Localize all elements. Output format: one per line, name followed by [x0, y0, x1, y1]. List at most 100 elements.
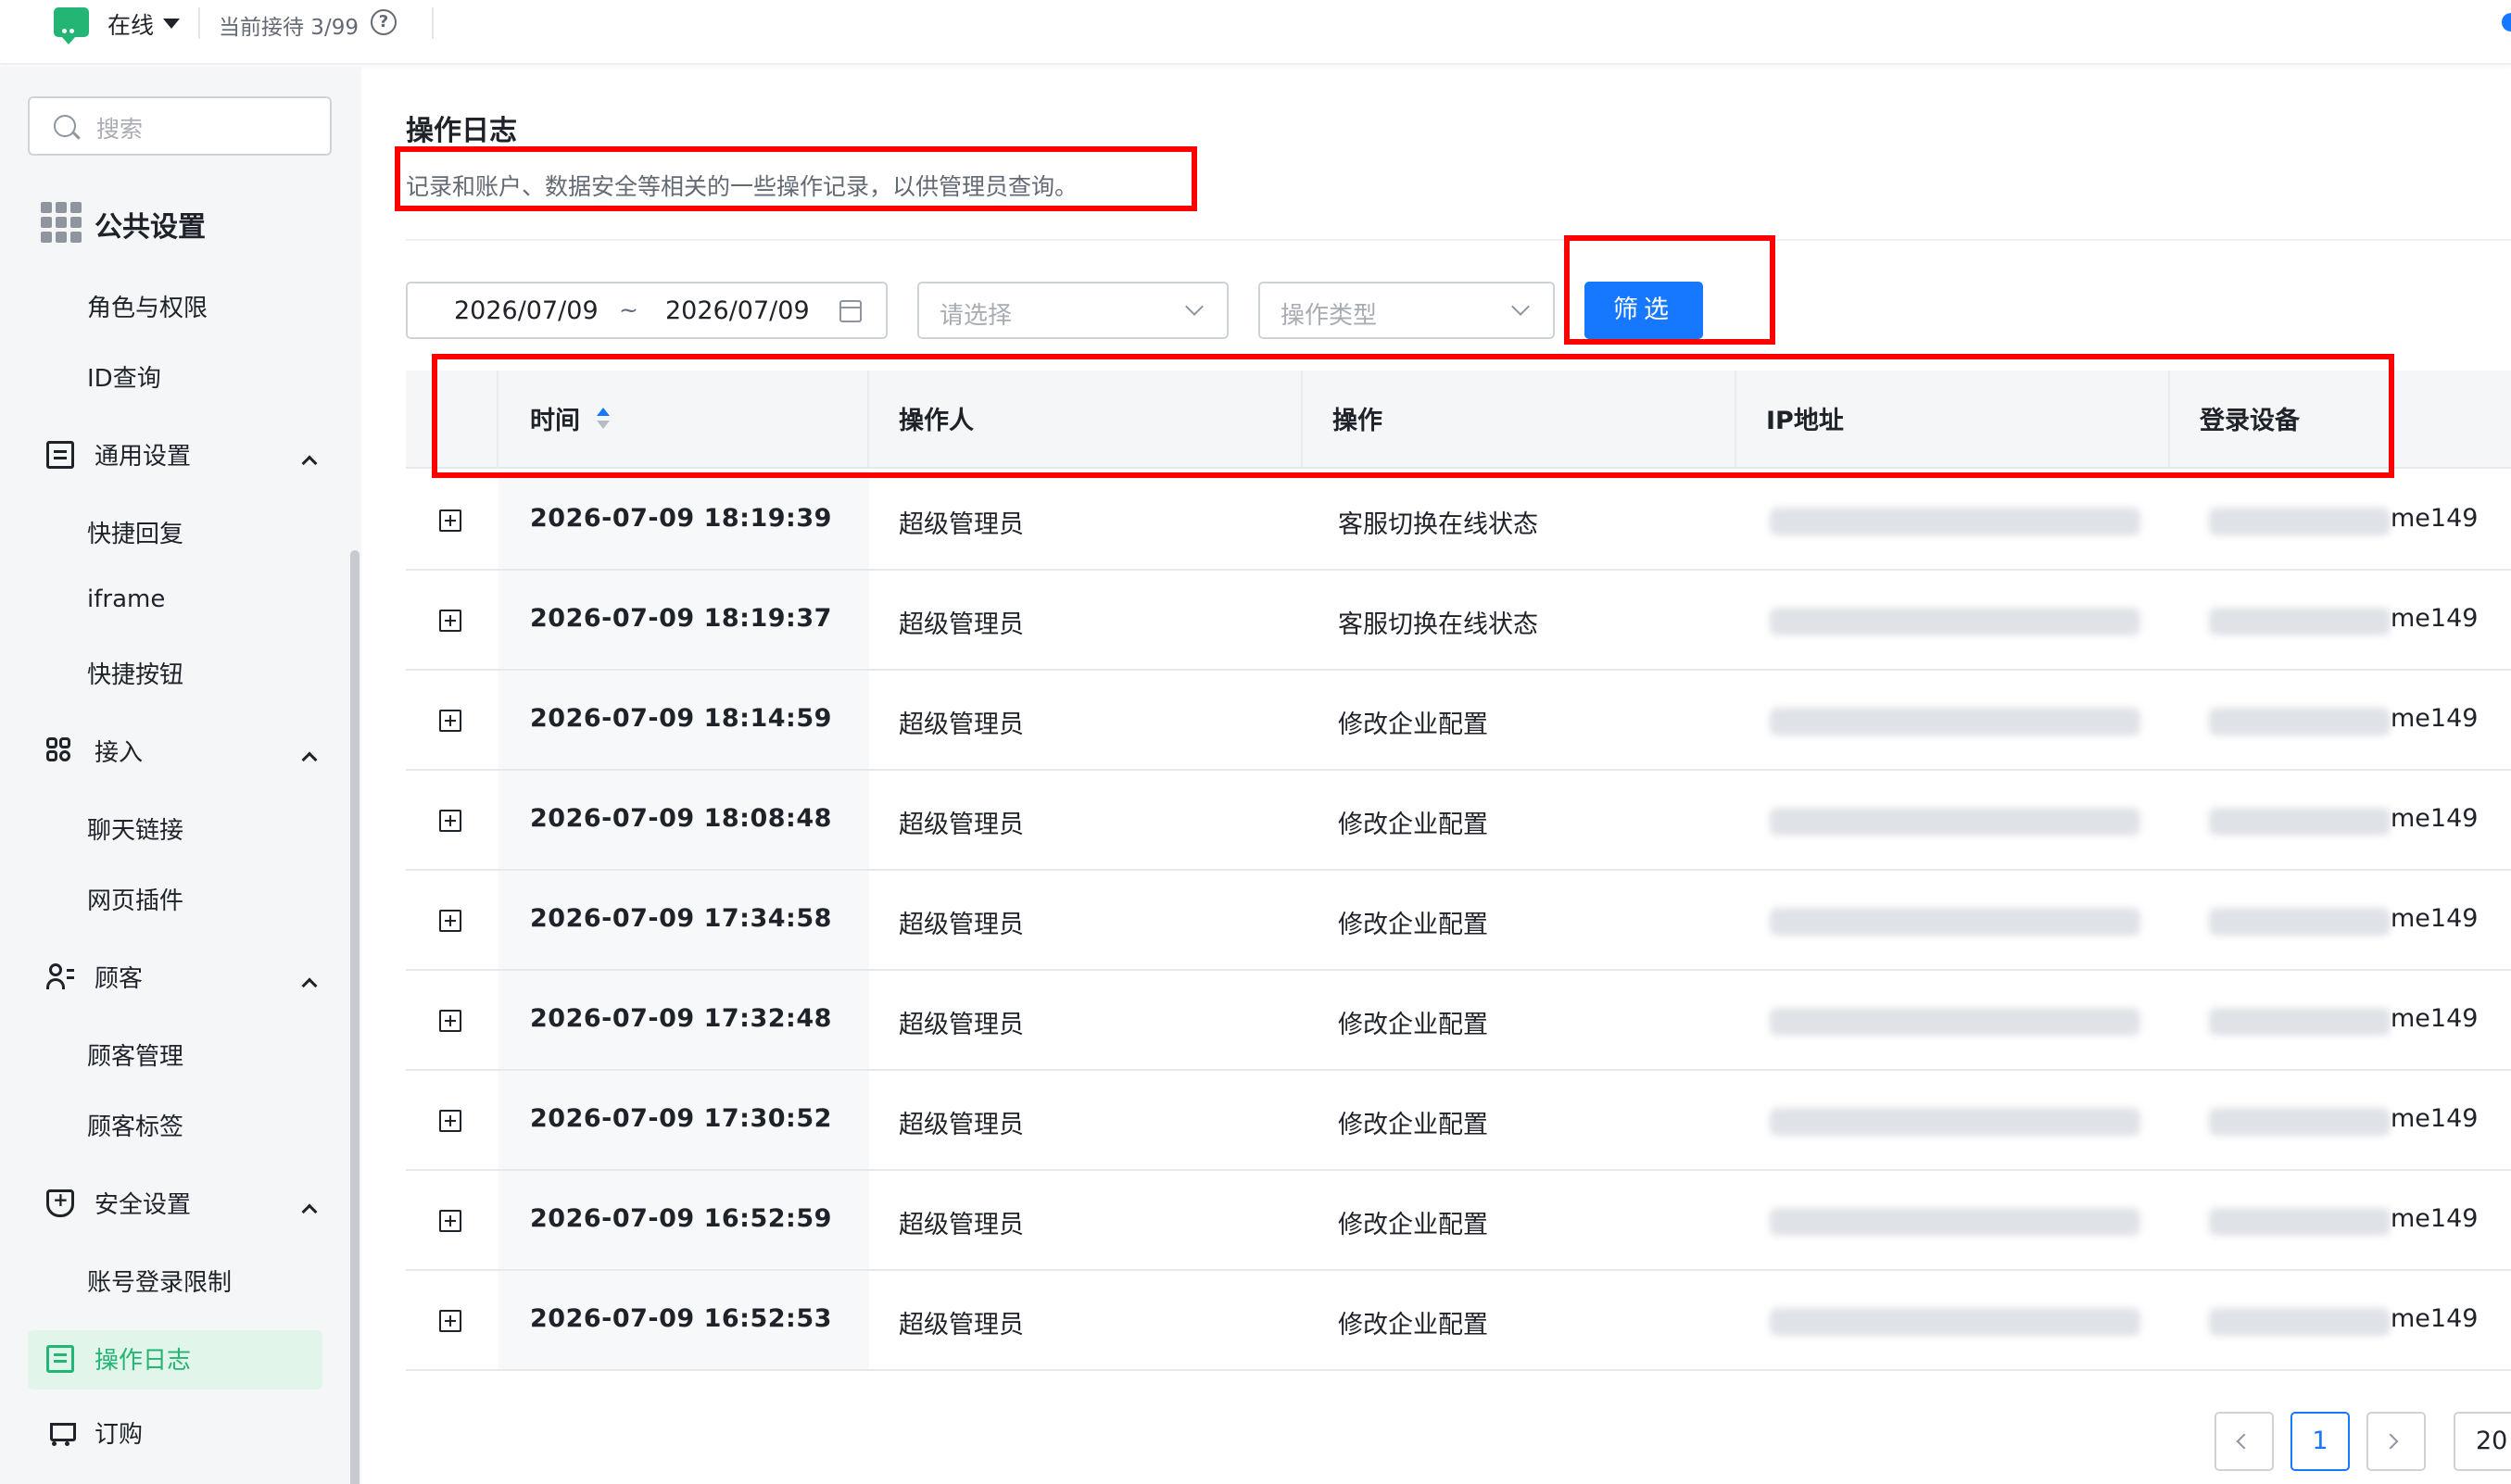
log-icon — [46, 1345, 74, 1373]
ip-cell-redacted — [1770, 1008, 2140, 1036]
chevron-right-icon — [2382, 1433, 2399, 1450]
sidebar-item-customer-tags[interactable]: 顾客标签 — [87, 1108, 183, 1142]
divider — [432, 7, 434, 39]
action-cell: 修改企业配置 — [1338, 1311, 1488, 1339]
action-cell: 修改企业配置 — [1338, 811, 1488, 839]
table-row[interactable]: 2026-07-09 18:08:48 超级管理员 修改企业配置 me149 — [406, 771, 2511, 871]
highlight-box — [1564, 235, 1775, 345]
sidebar-item-quick-reply[interactable]: 快捷回复 — [87, 515, 183, 549]
sidebar-item-id-query[interactable]: ID查询 — [87, 359, 161, 394]
action-cell: 修改企业配置 — [1338, 711, 1488, 739]
sidebar-item-web-plugin[interactable]: 网页插件 — [87, 882, 183, 916]
ip-cell-redacted — [1770, 608, 2140, 635]
ip-cell-redacted — [1770, 708, 2140, 736]
sidebar-group-general[interactable]: 通用设置 — [46, 437, 324, 474]
device-cell-redacted — [2209, 908, 2391, 936]
time-cell: 2026-07-09 18:19:37 — [530, 604, 832, 633]
device-cell-redacted — [2209, 508, 2391, 535]
apps-grid-icon — [41, 202, 82, 243]
operation-type-select[interactable]: 操作类型 — [1258, 282, 1555, 339]
document-icon — [46, 441, 74, 469]
select-placeholder: 操作类型 — [1281, 302, 1378, 330]
sidebar-item-operation-log[interactable]: 操作日志 — [46, 1341, 324, 1378]
expand-icon[interactable] — [439, 910, 461, 932]
table-row[interactable]: 2026-07-09 18:14:59 超级管理员 修改企业配置 me149 — [406, 671, 2511, 771]
operator-cell: 超级管理员 — [899, 610, 1024, 639]
sidebar-group-customers[interactable]: 顾客 — [46, 960, 324, 997]
device-cell-redacted — [2209, 1108, 2391, 1136]
chevron-left-icon — [2236, 1433, 2252, 1450]
sidebar-group-label: 订购 — [95, 1421, 144, 1449]
device-cell-redacted — [2209, 808, 2391, 836]
device-cell: me149 — [2391, 1304, 2479, 1333]
time-cell: 2026-07-09 16:52:53 — [530, 1304, 832, 1333]
table-row[interactable]: 2026-07-09 17:34:58 超级管理员 修改企业配置 me149 — [406, 871, 2511, 971]
time-cell: 2026-07-09 18:14:59 — [530, 704, 832, 733]
notification-dot — [2502, 13, 2511, 31]
date-end[interactable]: 2026/07/09 — [665, 296, 810, 325]
sidebar-group-purchase[interactable]: 订购 — [46, 1415, 324, 1453]
date-start[interactable]: 2026/07/09 — [454, 296, 599, 325]
device-cell-redacted — [2209, 1008, 2391, 1036]
sidebar-group-security[interactable]: 安全设置 — [46, 1186, 324, 1223]
sidebar-item-login-limit[interactable]: 账号登录限制 — [87, 1264, 232, 1298]
device-cell: me149 — [2391, 1104, 2479, 1133]
next-page-button[interactable] — [2366, 1412, 2426, 1471]
time-cell: 2026-07-09 17:32:48 — [530, 1004, 832, 1033]
time-cell: 2026-07-09 16:52:59 — [530, 1204, 832, 1233]
ip-cell-redacted — [1770, 508, 2140, 535]
table-row[interactable]: 2026-07-09 16:52:59 超级管理员 修改企业配置 me149 — [406, 1171, 2511, 1271]
table-row[interactable]: 2026-07-09 18:19:39 超级管理员 客服切换在线状态 me149 — [406, 471, 2511, 571]
expand-icon[interactable] — [439, 1010, 461, 1032]
search-input[interactable]: 搜索 — [28, 96, 332, 156]
table-row[interactable]: 2026-07-09 16:52:53 超级管理员 修改企业配置 me149 — [406, 1271, 2511, 1371]
page-title: 操作日志 — [406, 115, 517, 147]
page-size-select[interactable]: 20 — [2454, 1412, 2511, 1471]
device-cell-redacted — [2209, 608, 2391, 635]
table-row[interactable]: 2026-07-09 17:32:48 超级管理员 修改企业配置 me149 — [406, 971, 2511, 1071]
operator-cell: 超级管理员 — [899, 911, 1024, 939]
operator-cell: 超级管理员 — [899, 1011, 1024, 1039]
sidebar-group-label: 接入 — [95, 739, 144, 767]
device-cell-redacted — [2209, 708, 2391, 736]
expand-icon[interactable] — [439, 1310, 461, 1332]
date-range-picker[interactable]: 2026/07/09 ~ 2026/07/09 — [406, 282, 888, 339]
sidebar-item-iframe[interactable]: iframe — [87, 585, 165, 613]
prev-page-button[interactable] — [2214, 1412, 2274, 1471]
table-row[interactable]: 2026-07-09 17:30:52 超级管理员 修改企业配置 me149 — [406, 1071, 2511, 1171]
time-cell: 2026-07-09 17:34:58 — [530, 904, 832, 933]
operator-cell: 超级管理员 — [899, 1111, 1024, 1139]
operator-select[interactable]: 请选择 — [917, 282, 1229, 339]
select-placeholder: 请选择 — [940, 302, 1013, 330]
sidebar-item-customer-management[interactable]: 顾客管理 — [87, 1038, 183, 1072]
expand-icon[interactable] — [439, 810, 461, 832]
question-circle-icon[interactable]: ? — [371, 9, 397, 35]
calendar-icon[interactable] — [839, 300, 862, 322]
highlight-box — [432, 354, 2394, 478]
user-list-icon — [46, 963, 74, 991]
sidebar-group-access[interactable]: 接入 — [46, 734, 324, 771]
online-status-label[interactable]: 在线 — [107, 7, 154, 41]
sidebar-scrollbar[interactable] — [350, 550, 360, 1484]
chat-bubble-icon — [54, 7, 89, 51]
device-cell: me149 — [2391, 1204, 2479, 1233]
action-cell: 客服切换在线状态 — [1338, 610, 1538, 639]
sidebar-item-chat-link[interactable]: 聊天链接 — [87, 811, 183, 846]
page-button-current[interactable]: 1 — [2290, 1412, 2350, 1471]
sidebar-item-quick-button[interactable]: 快捷按钮 — [87, 656, 183, 690]
expand-icon[interactable] — [439, 710, 461, 732]
sidebar-group-label: 通用设置 — [95, 443, 192, 471]
sidebar-item-label: 操作日志 — [95, 1347, 192, 1375]
expand-icon[interactable] — [439, 509, 461, 532]
expand-icon[interactable] — [439, 1210, 461, 1232]
caret-down-icon[interactable] — [163, 19, 180, 29]
action-cell: 修改企业配置 — [1338, 1111, 1488, 1139]
sidebar-item-roles[interactable]: 角色与权限 — [87, 289, 208, 323]
section-title: 公共设置 — [95, 211, 206, 244]
ip-cell-redacted — [1770, 1108, 2140, 1136]
action-cell: 修改企业配置 — [1338, 1011, 1488, 1039]
table-row[interactable]: 2026-07-09 18:19:37 超级管理员 客服切换在线状态 me149 — [406, 571, 2511, 671]
expand-icon[interactable] — [439, 1110, 461, 1132]
device-cell: me149 — [2391, 604, 2479, 633]
expand-icon[interactable] — [439, 610, 461, 632]
